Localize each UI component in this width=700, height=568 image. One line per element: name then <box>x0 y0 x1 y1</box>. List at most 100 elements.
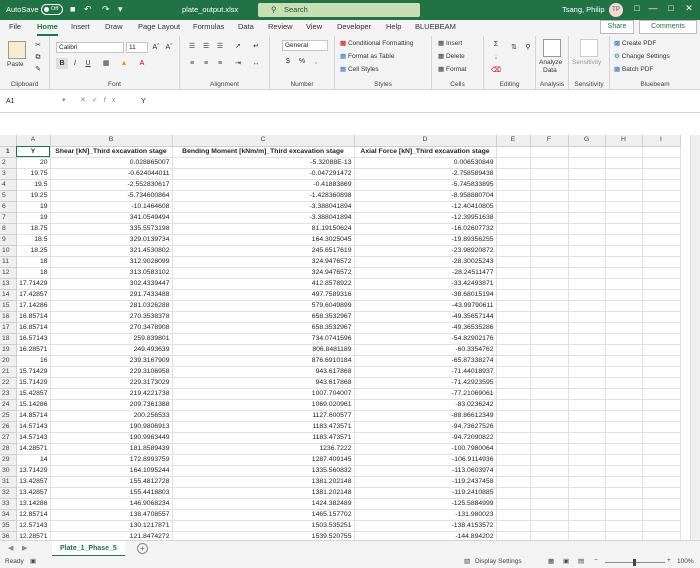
cell[interactable] <box>605 410 643 422</box>
cell[interactable] <box>642 212 681 224</box>
tab-home[interactable]: Home <box>37 22 58 36</box>
font-name-box[interactable]: Calibri <box>56 42 124 53</box>
cell[interactable]: 1335.560832 <box>172 465 355 477</box>
clear-icon[interactable]: ⌫ <box>490 65 502 76</box>
format-as-table-button[interactable]: ▦ Format as Table <box>340 52 394 60</box>
cell[interactable]: -49.36535286 <box>354 322 497 334</box>
cell[interactable]: 13.71429 <box>16 465 51 477</box>
cell[interactable]: -144.894202 <box>354 531 497 540</box>
cell[interactable] <box>530 256 569 268</box>
cell[interactable]: -5.32088E-13 <box>172 157 355 169</box>
cell[interactable]: -19.89356255 <box>354 234 497 246</box>
fill-icon[interactable]: ↓ <box>490 52 502 63</box>
row-header[interactable]: 10 <box>0 245 17 257</box>
cell[interactable] <box>568 179 606 191</box>
cell[interactable]: -49.35657144 <box>354 311 497 323</box>
cell[interactable]: 0.028865007 <box>50 157 173 169</box>
cell[interactable]: -119.2410885 <box>354 487 497 499</box>
cell[interactable] <box>568 311 606 323</box>
zoom-level[interactable]: 100% <box>677 558 694 565</box>
cell[interactable]: 14 <box>16 454 51 466</box>
next-sheet-icon[interactable]: ▶ <box>22 544 27 552</box>
cell[interactable] <box>530 410 569 422</box>
cell[interactable]: 335.5573198 <box>50 223 173 235</box>
cell[interactable]: 219.4221738 <box>50 388 173 400</box>
cell[interactable]: 13.42857 <box>16 476 51 488</box>
cell[interactable]: 943.617868 <box>172 366 355 378</box>
autosum-icon[interactable]: Σ <box>490 39 502 50</box>
cell[interactable] <box>568 322 606 334</box>
cell[interactable]: 18 <box>16 256 51 268</box>
display-settings-icon[interactable]: ▧ <box>464 557 470 565</box>
cell[interactable] <box>642 454 681 466</box>
cell[interactable] <box>496 157 531 169</box>
cell[interactable]: 18 <box>16 267 51 279</box>
cell[interactable]: -60.3354762 <box>354 344 497 356</box>
cell[interactable] <box>530 366 569 378</box>
row-header[interactable]: 33 <box>0 498 17 510</box>
format-painter-icon[interactable]: ✎ <box>32 64 44 75</box>
cell[interactable] <box>605 256 643 268</box>
save-icon[interactable]: ■ <box>70 4 75 15</box>
sensitivity-button[interactable]: Sensitivity <box>572 59 601 66</box>
cell[interactable]: -10.1464608 <box>50 201 173 213</box>
cell[interactable] <box>642 355 681 367</box>
cell[interactable] <box>530 355 569 367</box>
cell[interactable] <box>568 289 606 301</box>
cell[interactable]: Bending Moment [kNm/m]_Third excavation … <box>172 146 355 158</box>
italic-icon[interactable]: I <box>69 58 81 69</box>
cell[interactable]: 17.71429 <box>16 278 51 290</box>
cell[interactable] <box>642 476 681 488</box>
cell[interactable]: 12.57143 <box>16 520 51 532</box>
cell[interactable] <box>605 157 643 169</box>
cell[interactable] <box>605 366 643 378</box>
cell[interactable]: 579.6049899 <box>172 300 355 312</box>
cell[interactable] <box>530 421 569 433</box>
cell[interactable]: -100.7980064 <box>354 443 497 455</box>
cell[interactable] <box>496 289 531 301</box>
cell[interactable]: 146.9068234 <box>50 498 173 510</box>
cell[interactable] <box>642 344 681 356</box>
cell[interactable]: 876.6910184 <box>172 355 355 367</box>
cell[interactable]: 209.7361388 <box>50 399 173 411</box>
comma-style-icon[interactable]: , <box>310 56 322 67</box>
cell[interactable] <box>496 487 531 499</box>
cell[interactable]: -43.99790611 <box>354 300 497 312</box>
cell[interactable] <box>642 366 681 378</box>
cell[interactable]: 14.28571 <box>16 443 51 455</box>
cell[interactable]: -119.2437458 <box>354 476 497 488</box>
cell[interactable] <box>568 366 606 378</box>
cell[interactable] <box>568 509 606 521</box>
cell[interactable] <box>642 256 681 268</box>
row-header[interactable]: 14 <box>0 289 17 301</box>
cell[interactable] <box>568 168 606 180</box>
row-header[interactable]: 2 <box>0 157 17 169</box>
cell[interactable]: -77.21069061 <box>354 388 497 400</box>
cell[interactable]: -33.42493871 <box>354 278 497 290</box>
cell[interactable] <box>642 289 681 301</box>
underline-icon[interactable]: U <box>82 58 94 69</box>
cell[interactable] <box>605 388 643 400</box>
conditional-formatting-button[interactable]: ▩ Conditional Formatting <box>340 39 413 47</box>
column-header-f[interactable]: F <box>530 135 569 147</box>
cell[interactable]: 324.9476572 <box>172 267 355 279</box>
cell[interactable] <box>568 465 606 477</box>
number-format-box[interactable]: General <box>282 40 328 51</box>
cell[interactable]: -0.624044011 <box>50 168 173 180</box>
cell[interactable] <box>568 333 606 345</box>
cell[interactable] <box>568 410 606 422</box>
cell[interactable] <box>530 399 569 411</box>
cell[interactable] <box>605 223 643 235</box>
cell[interactable]: 19.5 <box>16 179 51 191</box>
cell[interactable]: 155.4418803 <box>50 487 173 499</box>
cell[interactable] <box>642 223 681 235</box>
cell[interactable] <box>605 300 643 312</box>
cell[interactable]: -88.86612349 <box>354 410 497 422</box>
cell[interactable] <box>605 267 643 279</box>
cell[interactable]: 329.0139734 <box>50 234 173 246</box>
cell[interactable]: -28.24511477 <box>354 267 497 279</box>
row-header[interactable]: 21 <box>0 366 17 378</box>
cell[interactable] <box>605 333 643 345</box>
row-header[interactable]: 11 <box>0 256 17 268</box>
cell[interactable] <box>568 454 606 466</box>
